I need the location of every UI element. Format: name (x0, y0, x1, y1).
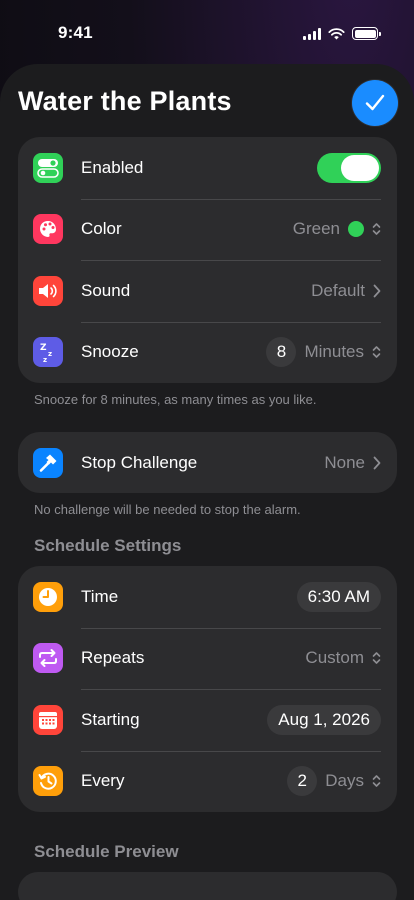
color-swatch (348, 221, 364, 238)
speaker-icon (33, 275, 63, 306)
svg-text:z: z (48, 350, 52, 358)
color-value: Green (292, 219, 340, 239)
enabled-toggle[interactable] (317, 152, 381, 183)
every-amount[interactable]: 2 (287, 766, 318, 797)
snooze-row[interactable]: Z z z Snooze 8 Minutes (18, 321, 397, 384)
snooze-unit[interactable]: Minutes (304, 342, 364, 362)
schedule-settings-header: Schedule Settings (34, 536, 182, 555)
stop-challenge-label: Stop Challenge (81, 452, 198, 472)
svg-text:z: z (43, 356, 47, 363)
calendar-icon (33, 704, 63, 735)
clock-icon (33, 581, 63, 612)
snooze-amount[interactable]: 8 (266, 337, 297, 368)
starting-label: Starting (81, 709, 140, 729)
sound-value: Default (311, 280, 365, 300)
every-row[interactable]: Every 2 Days (18, 750, 397, 813)
palette-icon (33, 214, 63, 245)
schedule-preview-header: Schedule Preview (34, 842, 179, 861)
status-bar: 9:41 (0, 0, 414, 60)
repeats-row[interactable]: Repeats Custom (18, 627, 397, 690)
chevron-up-down-icon (372, 775, 381, 788)
time-value[interactable]: 6:30 AM (296, 581, 381, 612)
starting-row[interactable]: Starting Aug 1, 2026 (18, 689, 397, 751)
hammer-icon (33, 447, 63, 478)
alarm-settings-group: Enabled Color Green Sound Default Z z z … (18, 137, 397, 383)
schedule-preview-card (18, 872, 397, 900)
chevron-right-icon (373, 284, 381, 298)
color-label: Color (81, 219, 122, 239)
repeat-icon (33, 643, 63, 674)
cellular-signal-icon (303, 27, 321, 40)
page-title: Water the Plants (18, 86, 232, 116)
toggle-icon (33, 152, 63, 183)
challenge-group: Stop Challenge None (18, 432, 397, 493)
chevron-up-down-icon (372, 223, 381, 236)
every-label: Every (81, 771, 125, 791)
enabled-row[interactable]: Enabled (18, 137, 397, 199)
zzz-icon: Z z z (33, 337, 63, 368)
schedule-group: Time 6:30 AM Repeats Custom Starting Aug… (18, 566, 397, 812)
color-row[interactable]: Color Green (18, 198, 397, 261)
snooze-label: Snooze (81, 342, 139, 362)
time-row[interactable]: Time 6:30 AM (18, 566, 397, 628)
repeats-label: Repeats (81, 648, 145, 668)
battery-icon (352, 27, 381, 40)
status-icons (303, 27, 381, 40)
wifi-icon (328, 27, 345, 39)
enabled-label: Enabled (81, 157, 144, 177)
sound-label: Sound (81, 280, 131, 300)
status-time: 9:41 (58, 23, 93, 42)
chevron-up-down-icon (372, 346, 381, 359)
time-label: Time (81, 586, 119, 606)
checkmark-icon (365, 94, 385, 111)
snooze-footnote: Snooze for 8 minutes, as many times as y… (34, 392, 317, 407)
challenge-footnote: No challenge will be needed to stop the … (34, 502, 301, 517)
starting-value[interactable]: Aug 1, 2026 (267, 704, 381, 735)
every-unit[interactable]: Days (325, 771, 364, 791)
repeats-value: Custom (305, 648, 364, 668)
stop-challenge-row[interactable]: Stop Challenge None (18, 432, 397, 493)
done-button[interactable] (352, 80, 398, 126)
sound-row[interactable]: Sound Default (18, 260, 397, 322)
svg-text:Z: Z (40, 343, 47, 353)
chevron-right-icon (373, 456, 381, 469)
stop-challenge-value: None (324, 452, 365, 472)
chevron-up-down-icon (372, 652, 381, 665)
history-icon (33, 766, 63, 797)
